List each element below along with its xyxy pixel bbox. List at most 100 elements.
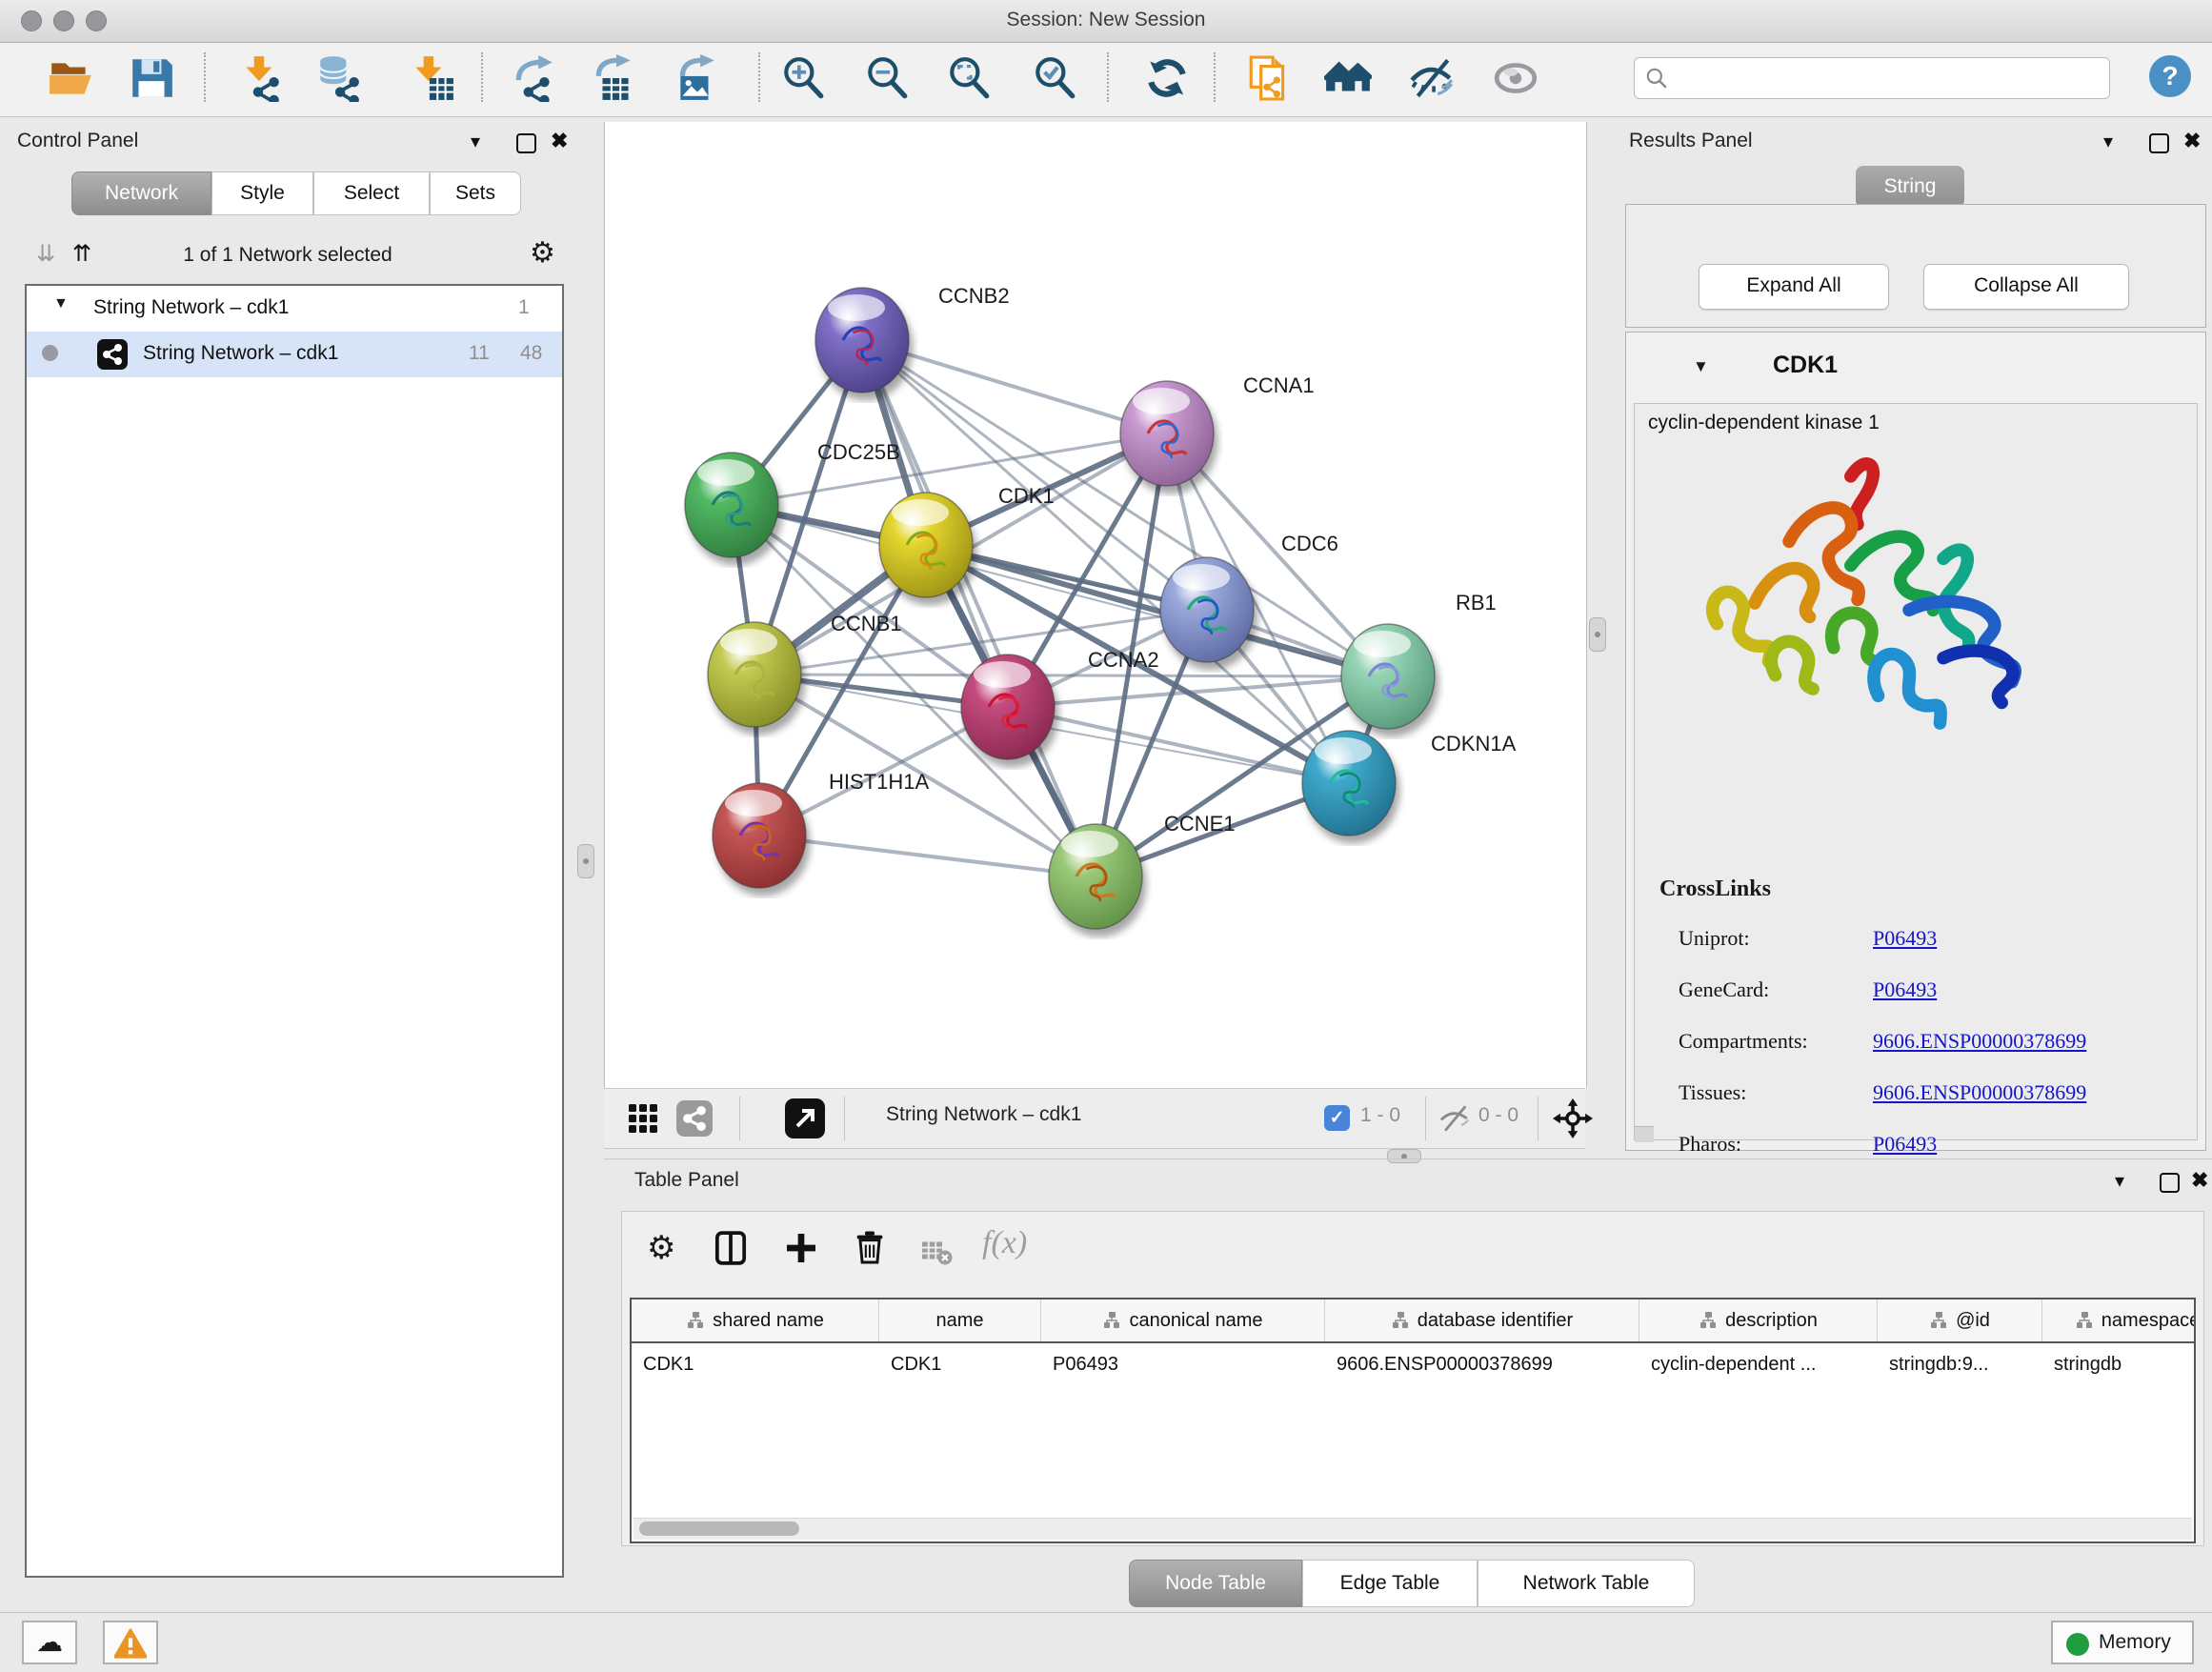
zoom-out-icon[interactable] bbox=[863, 54, 911, 102]
network-canvas[interactable]: CCNB2CCNA1CDC25BCDK1CDC6RB1CCNB1CCNA2CDK… bbox=[604, 122, 1587, 1088]
network-row[interactable]: String Network – cdk1 11 48 bbox=[27, 332, 562, 377]
node-CDKN1A[interactable] bbox=[1302, 731, 1396, 836]
expand-all-button[interactable]: Expand All bbox=[1699, 264, 1889, 310]
scrollbar-thumb[interactable] bbox=[639, 1521, 799, 1536]
tab-select[interactable]: Select bbox=[313, 171, 430, 215]
edge-RB1-CCNB1[interactable] bbox=[754, 675, 1388, 676]
detach-view-icon[interactable] bbox=[785, 1098, 825, 1143]
cloud-button[interactable]: ☁ bbox=[22, 1621, 77, 1664]
tab-sets[interactable]: Sets bbox=[430, 171, 521, 215]
table-cell[interactable]: P06493 bbox=[1041, 1343, 1325, 1385]
export-network-icon[interactable] bbox=[511, 54, 558, 102]
memory-button[interactable]: Memory bbox=[2051, 1621, 2194, 1664]
selected-checkbox-icon[interactable]: ✓ bbox=[1324, 1105, 1350, 1131]
edge-HIST1H1A-CCNE1[interactable] bbox=[759, 836, 1096, 876]
network-options-gear-icon[interactable]: ⚙ bbox=[530, 236, 555, 270]
node-RB1[interactable] bbox=[1341, 624, 1435, 729]
tab-network[interactable]: Network bbox=[71, 171, 211, 215]
create-column-icon[interactable] bbox=[782, 1229, 820, 1272]
float-panel-icon[interactable] bbox=[2160, 1173, 2180, 1193]
delete-column-icon[interactable] bbox=[851, 1229, 889, 1272]
warnings-button[interactable] bbox=[103, 1621, 158, 1664]
zoom-selected-icon[interactable] bbox=[1031, 54, 1078, 102]
tab-network-table[interactable]: Network Table bbox=[1478, 1560, 1695, 1607]
right-splitter-handle[interactable] bbox=[1589, 617, 1606, 652]
node-CCNA1[interactable] bbox=[1120, 381, 1214, 486]
node-CDC6[interactable] bbox=[1160, 557, 1254, 662]
duplicate-network-icon[interactable] bbox=[1245, 54, 1293, 102]
zoom-in-icon[interactable] bbox=[779, 54, 827, 102]
table-cell[interactable]: stringdb bbox=[2042, 1343, 2196, 1385]
open-session-icon[interactable] bbox=[48, 54, 95, 102]
table-settings-gear-icon[interactable]: ⚙ bbox=[647, 1229, 675, 1267]
import-network-file-icon[interactable] bbox=[236, 54, 284, 102]
tab-string[interactable]: String bbox=[1856, 166, 1964, 208]
export-table-icon[interactable] bbox=[591, 54, 638, 102]
left-splitter-handle[interactable] bbox=[577, 844, 594, 878]
tab-style[interactable]: Style bbox=[211, 171, 313, 215]
table-row[interactable]: CDK1CDK1P064939606.ENSP00000378699cyclin… bbox=[632, 1343, 2196, 1385]
collapse-all-button[interactable]: Collapse All bbox=[1923, 264, 2129, 310]
hide-unhide-icon[interactable] bbox=[1408, 54, 1456, 102]
save-session-icon[interactable] bbox=[128, 54, 175, 102]
node-HIST1H1A[interactable] bbox=[713, 783, 806, 888]
table-cell[interactable]: cyclin-dependent ... bbox=[1639, 1343, 1878, 1385]
gene-expander-icon[interactable]: ▼ bbox=[1693, 357, 1709, 376]
column-header-shared-name[interactable]: shared name bbox=[632, 1299, 879, 1341]
collapse-panel-icon[interactable]: ▾ bbox=[471, 130, 480, 153]
node-CCNE1[interactable] bbox=[1049, 824, 1142, 929]
node-CCNB1[interactable] bbox=[708, 622, 801, 727]
node-CCNB2[interactable] bbox=[815, 288, 909, 393]
close-panel-icon[interactable]: ✖ bbox=[551, 129, 568, 153]
node-CDK1[interactable] bbox=[879, 493, 973, 597]
eye-icon[interactable] bbox=[1492, 54, 1539, 102]
edge-CCNB2-CCNE1[interactable] bbox=[862, 340, 1096, 876]
collapse-all-tree-icon[interactable]: ⇊ bbox=[36, 240, 55, 268]
collapse-panel-icon[interactable]: ▾ bbox=[2115, 1169, 2124, 1193]
collection-expander-icon[interactable]: ▼ bbox=[53, 295, 69, 312]
import-network-database-icon[interactable] bbox=[314, 54, 362, 102]
toolbar-separator bbox=[1214, 52, 1216, 102]
zoom-fit-icon[interactable] bbox=[945, 54, 993, 102]
crosslink-link[interactable]: 9606.ENSP00000378699 bbox=[1873, 1029, 2086, 1054]
export-image-icon[interactable] bbox=[673, 54, 720, 102]
close-panel-icon[interactable]: ✖ bbox=[2191, 1168, 2208, 1193]
column-header-canonical-name[interactable]: canonical name bbox=[1041, 1299, 1325, 1341]
horizontal-scrollbar[interactable] bbox=[633, 1518, 2192, 1540]
network-share-view-icon[interactable] bbox=[676, 1100, 713, 1141]
node-CDC25B[interactable] bbox=[685, 453, 778, 557]
help-button[interactable]: ? bbox=[2149, 55, 2191, 97]
crosslink-link[interactable]: P06493 bbox=[1873, 1132, 1937, 1157]
collapse-panel-icon[interactable]: ▾ bbox=[2103, 130, 2113, 153]
crosslink-link[interactable]: 9606.ENSP00000378699 bbox=[1873, 1080, 2086, 1105]
delete-table-icon bbox=[919, 1235, 954, 1274]
expand-all-tree-icon[interactable]: ⇈ bbox=[72, 240, 91, 268]
float-panel-icon[interactable] bbox=[2149, 133, 2169, 153]
crosslink-link[interactable]: P06493 bbox=[1873, 926, 1937, 951]
column-header-name[interactable]: name bbox=[879, 1299, 1041, 1341]
pan-move-icon[interactable] bbox=[1553, 1098, 1593, 1143]
crosslink-link[interactable]: P06493 bbox=[1873, 977, 1937, 1002]
show-columns-icon[interactable] bbox=[712, 1229, 750, 1272]
column-header-namespace[interactable]: namespace bbox=[2042, 1299, 2196, 1341]
table-cell[interactable]: CDK1 bbox=[879, 1343, 1041, 1385]
close-panel-icon[interactable]: ✖ bbox=[2183, 129, 2201, 153]
edge-CDC25B-RB1[interactable] bbox=[732, 505, 1388, 676]
home-networks-icon[interactable] bbox=[1324, 54, 1372, 102]
tab-edge-table[interactable]: Edge Table bbox=[1302, 1560, 1478, 1607]
toolbar-separator bbox=[481, 52, 483, 102]
import-table-icon[interactable] bbox=[408, 54, 455, 102]
column-header-id[interactable]: @id bbox=[1878, 1299, 2042, 1341]
column-header-database-identifier[interactable]: database identifier bbox=[1325, 1299, 1639, 1341]
table-cell[interactable]: stringdb:9... bbox=[1878, 1343, 2042, 1385]
grid-view-icon[interactable] bbox=[627, 1102, 659, 1139]
table-cell[interactable]: CDK1 bbox=[632, 1343, 879, 1385]
refresh-icon[interactable] bbox=[1143, 54, 1191, 102]
search-input[interactable] bbox=[1677, 62, 2100, 94]
network-collection-row[interactable]: ▼ String Network – cdk1 1 bbox=[27, 286, 562, 332]
node-CCNA2[interactable] bbox=[961, 655, 1055, 759]
column-header-description[interactable]: description bbox=[1639, 1299, 1878, 1341]
tab-node-table[interactable]: Node Table bbox=[1129, 1560, 1302, 1607]
table-cell[interactable]: 9606.ENSP00000378699 bbox=[1325, 1343, 1639, 1385]
float-panel-icon[interactable] bbox=[516, 133, 536, 153]
